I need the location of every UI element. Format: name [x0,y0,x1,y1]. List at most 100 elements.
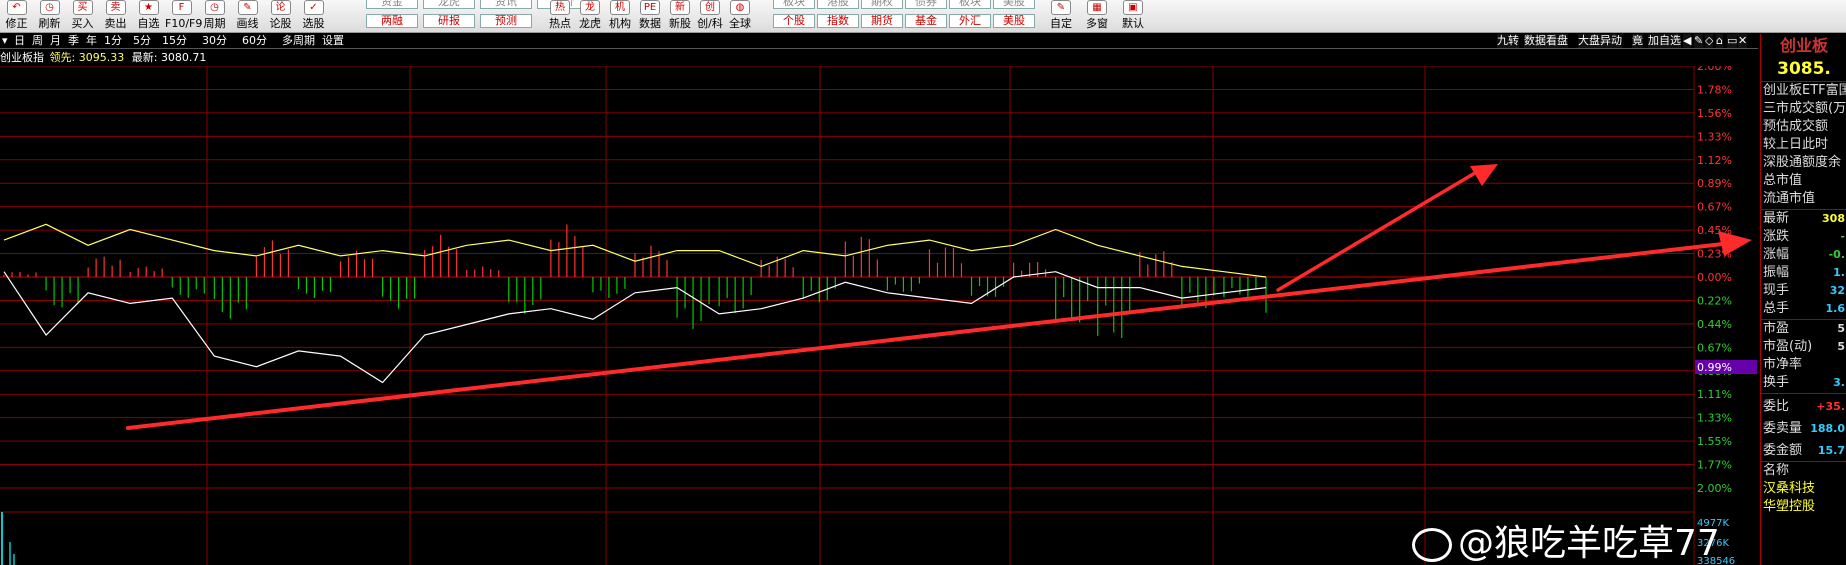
period-tab-11[interactable]: 设置 [322,34,344,48]
y-tick-label: 1.78% [1697,83,1732,96]
toolbar-label: 修正 [5,17,28,30]
panel-toggle-button-0[interactable]: 九转 [1497,34,1519,48]
pill-funds-button[interactable]: 资金 [366,0,418,9]
toolbar-label: 周期 [203,17,226,30]
market-pill-bottom-4[interactable]: 外汇 [949,14,991,28]
dropdown-arrow-icon[interactable]: ▾ [2,34,8,48]
toolbar3-button-2[interactable]: ▣ 默认 [1115,0,1151,33]
toolbar-button-9[interactable]: ✓ 选股 [297,0,330,33]
pill-research-button[interactable]: 研报 [423,14,475,28]
window-control-icon-3[interactable]: ⌂ [1716,34,1723,48]
toolbar-button-3[interactable]: 卖卖出 [99,0,132,33]
toolbar-button-2[interactable]: 买买入 [66,0,99,33]
toolbar2-button-4[interactable]: 新新股 [665,0,695,33]
period-tab-1[interactable]: 周 [32,34,43,48]
valuation-row: 市净率 [1763,356,1846,374]
market-pill-bottom-3[interactable]: 基金 [905,14,947,28]
toolbar-button-4[interactable]: ★ 自选 [132,0,165,33]
market-pill-bottom-0[interactable]: 个股 [773,14,815,28]
toolbar3-label: 多窗 [1086,17,1108,30]
toolbar3-button-1[interactable]: ▦ 多窗 [1079,0,1115,33]
valuation-row-value: 5 [1837,340,1845,353]
toolbar2-button-3[interactable]: PE 数据 [635,0,665,33]
stock-list-item[interactable]: 华塑控股 [1763,498,1846,516]
weibo-logo-icon [1412,528,1452,562]
period-tab-9[interactable]: 60分 [242,34,267,48]
market-pill-top-0[interactable]: 板块 [773,0,815,9]
period-tab-6[interactable]: 5分 [133,34,151,48]
toolbar-button-8[interactable]: 论论股 [264,0,297,33]
quote-row: 现手 32 [1763,282,1846,300]
period-tab-3[interactable]: 季 [68,34,79,48]
quote-row-key: 总手 [1763,301,1790,316]
market-pill-top-4[interactable]: 板块 [949,0,991,9]
stock-list-item[interactable]: 汉桑科技 [1763,480,1846,498]
valuation-row-key: 市净率 [1763,357,1803,372]
data-icon: PE [640,0,660,15]
y-tick-label: 1.12% [1697,154,1732,167]
panel-toggle-button-1[interactable]: 数据看盘 [1524,34,1568,48]
market-pill-top-5[interactable]: 美股 [993,0,1035,9]
list-header: 名称 [1763,462,1846,480]
period-tab-8[interactable]: 30分 [202,34,227,48]
period-tab-10[interactable]: 多周期 [282,34,315,48]
market-pill-top-2[interactable]: 期权 [861,0,903,9]
period-tab-7[interactable]: 15分 [162,34,187,48]
institution-icon: 机 [610,0,630,15]
toolbar-button-7[interactable]: ✎ 画线 [231,0,264,33]
market-pill-top-3[interactable]: 债券 [905,0,947,9]
window-control-icon-2[interactable]: ◇ [1705,34,1714,48]
order-row: 委比 +35. [1763,398,1846,416]
toolbar2-button-2[interactable]: 机机构 [605,0,635,33]
window-control-icon-4[interactable]: ▭ [1727,34,1738,48]
panel-toggle-button-4[interactable]: 加自选 [1648,34,1681,48]
panel-toggle-button-3[interactable]: 竟 [1632,34,1643,48]
price-lines [3,223,1267,384]
period-tab-2[interactable]: 月 [50,34,61,48]
hot-icon: 热 [550,0,570,15]
trend-annotation [126,164,1752,430]
info-row: 较上日此时 [1763,136,1846,154]
toolbar-label: 画线 [236,17,259,30]
toolbar-label: F10/F9 [165,17,203,30]
period-tab-5[interactable]: 1分 [104,34,122,48]
toolbar3-button-0[interactable]: ✎ 自定 [1043,0,1079,33]
market-pill-bottom-5[interactable]: 美股 [993,14,1035,28]
info-row: 三市成交额(万 [1763,100,1846,118]
market-pill-bottom-1[interactable]: 指数 [817,14,859,28]
pill-dragon-button[interactable]: 龙虎 [423,0,475,9]
window-control-icon-1[interactable]: ✎ [1694,34,1704,48]
pill-margin-button[interactable]: 两融 [366,14,418,28]
toolbar-button-5[interactable]: F F10/F9 [165,0,203,33]
market-pill-top-1[interactable]: 港股 [817,0,859,9]
window-control-icon-0[interactable]: ◀ [1683,34,1692,48]
toolbar2-label: 龙虎 [579,17,601,30]
panel-toggle-button-2[interactable]: 大盘异动 [1578,34,1622,48]
valuation-row-key: 市盈(动) [1763,339,1813,354]
toolbar2-button-5[interactable]: 创创/科 [695,0,725,33]
toolbar2-button-1[interactable]: 龙龙虎 [575,0,605,33]
pill-news-button[interactable]: 资讯 [480,0,532,9]
toolbar-button-0[interactable]: ↶ 修正 [0,0,33,33]
toolbar2-label: 机构 [609,17,631,30]
panel-price: 3085. [1777,59,1831,79]
custom-icon: ✎ [1051,0,1071,15]
toolbar3-label: 自定 [1050,17,1072,30]
toolbar-button-6[interactable]: ◷ 周期 [198,0,231,33]
stock-list-item-key: 华塑控股 [1763,499,1816,514]
window-control-icon-5[interactable]: ✕ [1738,34,1748,48]
period-tab-4[interactable]: 年 [86,34,97,48]
y-tick-label: 2.00% [1697,66,1732,73]
toolbar2-button-6[interactable]: ◍ 全球 [725,0,755,33]
period-tab-0[interactable]: 日 [14,34,25,48]
y-tick-label: 2.00% [1697,482,1732,495]
latest-value: 3080.71 [160,51,207,64]
pill-forecast-button[interactable]: 预测 [480,14,532,28]
stock-list-item-key: 汉桑科技 [1763,481,1816,496]
toolbar2-button-0[interactable]: 热热点 [545,0,575,33]
f10-icon: F [171,0,192,15]
quote-row: 最新 308 [1763,210,1846,228]
market-pill-bottom-2[interactable]: 期货 [861,14,903,28]
toolbar-button-1[interactable]: ◷ 刷新 [33,0,66,33]
intraday-chart[interactable]: 2.00%1.78%1.56%1.33%1.12%0.89%0.67%0.45%… [0,66,1758,565]
